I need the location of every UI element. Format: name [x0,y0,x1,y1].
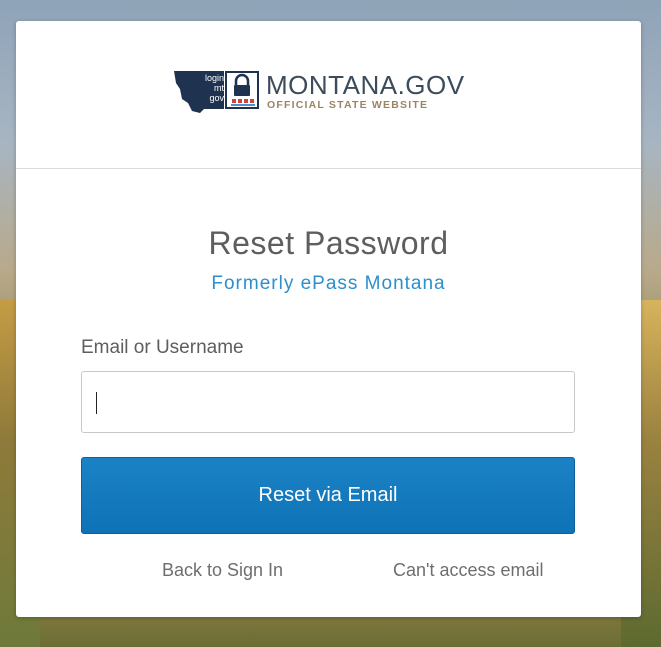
montana-gov-logo: login mt gov MONTANA.GOV OFFICIAL STATE … [174,69,484,115]
logo-login-line-1: login [204,73,224,83]
page-subtitle: Formerly ePass Montana [211,273,446,294]
logo-login-line-2: mt [214,83,224,93]
reset-card: login mt gov MONTANA.GOV OFFICIAL STATE … [16,21,641,617]
reset-via-email-button[interactable]: Reset via Email [81,457,575,534]
lock-icon [231,73,255,106]
logo-title: MONTANA.GOV [266,70,465,100]
logo-login-line-3: gov [209,93,224,103]
logo-subtitle: OFFICIAL STATE WEBSITE [267,99,429,111]
logo-login-text: login mt gov [200,73,224,103]
logo-lock-box [225,71,259,109]
page-title: Reset Password [208,225,449,261]
cant-access-email-link[interactable]: Can't access email [393,560,544,581]
text-cursor [96,392,97,414]
email-username-input[interactable] [81,371,575,433]
back-to-sign-in-link[interactable]: Back to Sign In [162,560,283,581]
email-label: Email or Username [81,337,244,358]
card-header: login mt gov MONTANA.GOV OFFICIAL STATE … [16,21,641,169]
